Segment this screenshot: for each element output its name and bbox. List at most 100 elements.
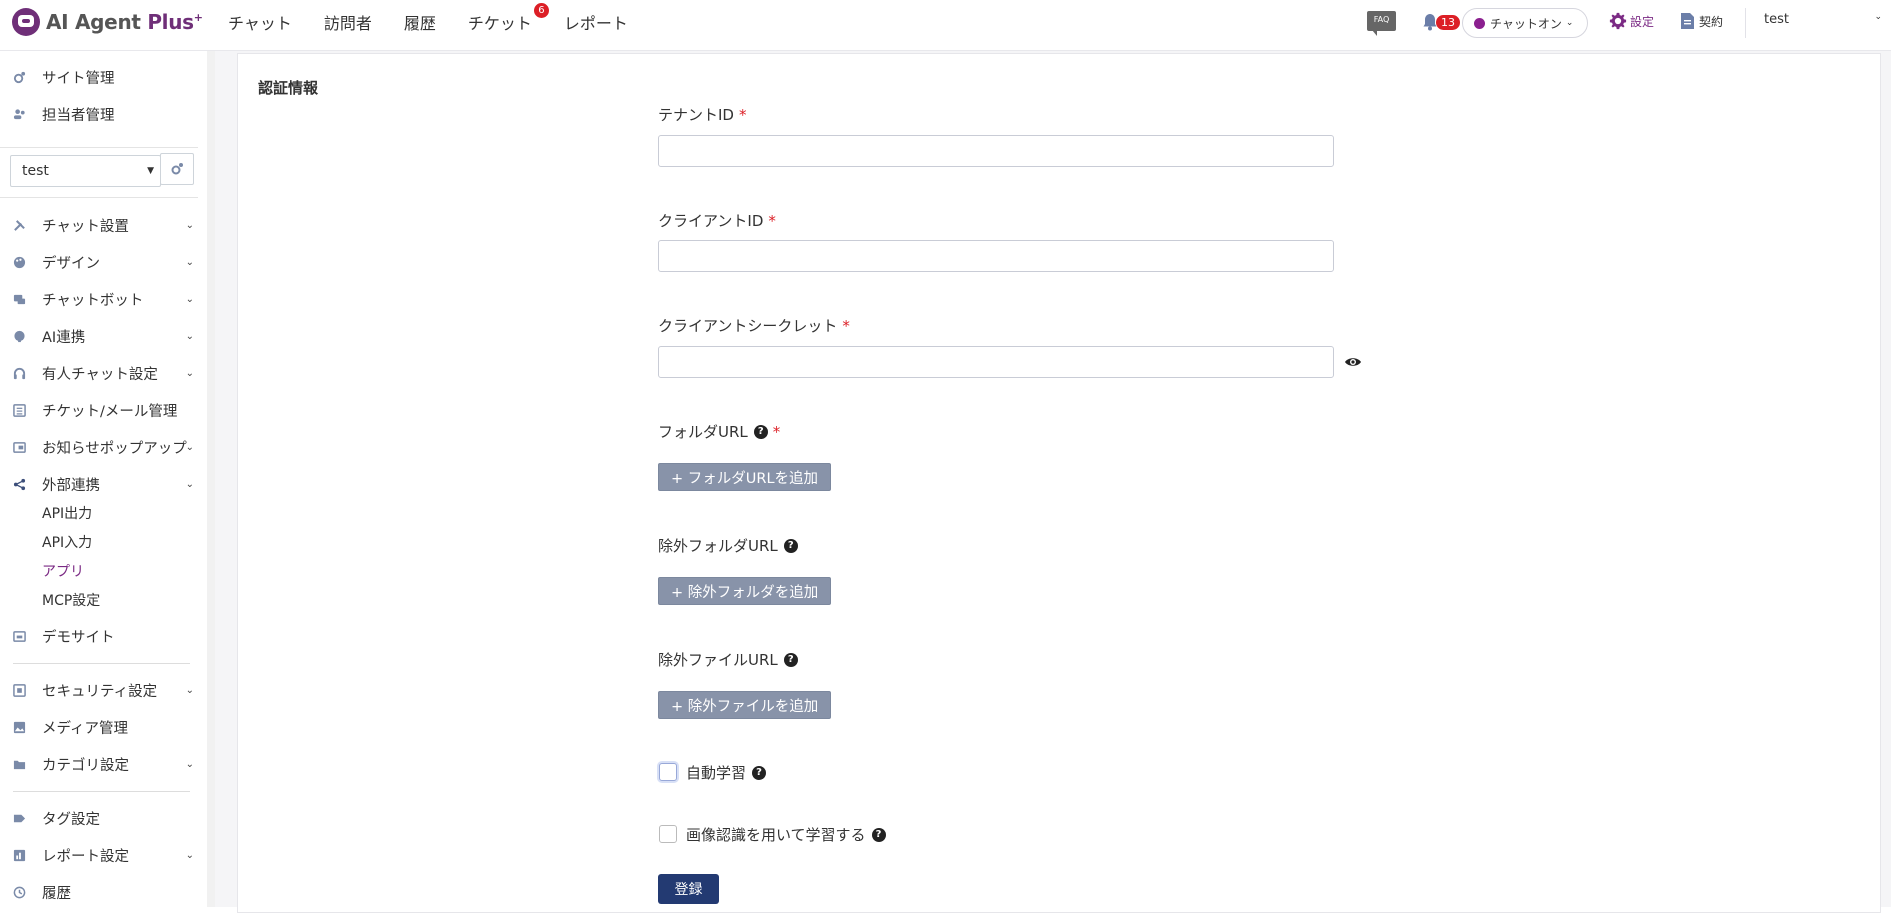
chat-status-dropdown[interactable]: チャットオン ⌄	[1462, 8, 1588, 38]
sidebar-item-label: デザイン	[42, 255, 100, 272]
add-exclude-file-button[interactable]: + 除外ファイルを追加	[658, 691, 832, 719]
sidebar-item-label: カテゴリ設定	[42, 757, 129, 774]
auth-settings-card	[237, 53, 1881, 913]
sidebar-item-tags[interactable]: タグ設定	[0, 804, 198, 832]
popup-icon	[13, 441, 26, 453]
tenant-id-input[interactable]	[658, 135, 1334, 167]
sidebar-item-history[interactable]: 履歴	[0, 878, 198, 906]
notification-count-badge: 13	[1436, 15, 1460, 30]
contract-link[interactable]: 契約	[1680, 12, 1723, 30]
top-navbar: AI Agent Plus+ チャット 訪問者 履歴 チケット 6 レポート F…	[0, 0, 1891, 51]
app-logo[interactable]: AI Agent Plus+	[12, 6, 203, 38]
sidebar-item-chat-install[interactable]: チャット設置 ⌄	[0, 211, 198, 239]
required-mark: *	[842, 316, 850, 335]
main-nav: チャット 訪問者 履歴 チケット 6 レポート	[228, 0, 660, 44]
required-mark: *	[768, 211, 776, 230]
image-recognition-checkbox[interactable]	[659, 825, 677, 843]
logo-plus-mark: +	[193, 11, 203, 24]
client-id-label-text: クライアントID	[658, 212, 764, 230]
settings-label: 設定	[1630, 14, 1655, 29]
nav-chat[interactable]: チャット	[228, 10, 292, 34]
nav-reports[interactable]: レポート	[564, 10, 628, 34]
help-icon[interactable]: ?	[783, 538, 798, 553]
user-menu[interactable]: test ⌄	[1764, 12, 1882, 27]
sidebar-item-chatbot[interactable]: チャットボット ⌄	[0, 285, 198, 313]
sidebar-item-security[interactable]: セキュリティ設定 ⌄	[0, 676, 198, 704]
window-icon	[13, 630, 26, 642]
chevron-down-icon: ⌄	[185, 684, 194, 696]
chevron-down-icon: ⌄	[185, 219, 194, 231]
section-title: 認証情報	[258, 79, 319, 97]
client-secret-input[interactable]	[658, 346, 1334, 378]
sidebar-item-staff-management[interactable]: 担当者管理	[0, 100, 198, 128]
add-exclude-folder-button[interactable]: + 除外フォルダを追加	[658, 577, 832, 605]
client-id-input[interactable]	[658, 240, 1334, 272]
chevron-down-icon: ⌄	[185, 367, 194, 379]
help-icon[interactable]: ?	[752, 765, 767, 780]
sidebar-subitem-mcp[interactable]: MCP設定	[42, 590, 100, 610]
auto-learn-label: 自動学習 ?	[686, 762, 767, 783]
tools-icon	[14, 219, 25, 231]
sidebar-item-label: 履歴	[42, 885, 71, 902]
chat-status-label: チャットオン	[1490, 16, 1562, 31]
nav-history[interactable]: 履歴	[404, 10, 436, 34]
sidebar-item-site-management[interactable]: サイト管理	[0, 63, 198, 91]
header-divider	[1745, 8, 1746, 38]
sidebar-subitem-api-input[interactable]: API入力	[42, 532, 92, 552]
sidebar-item-label: 担当者管理	[42, 107, 115, 124]
site-select-divider	[0, 147, 198, 148]
add-folder-url-button[interactable]: + フォルダURLを追加	[658, 463, 832, 491]
chevron-down-icon: ⌄	[1874, 12, 1882, 22]
nav-tickets[interactable]: チケット 6	[467, 3, 549, 34]
nav-tickets-label: チケット	[467, 14, 532, 33]
chevron-down-icon: ▼	[147, 166, 154, 176]
sidebar-item-label: メディア管理	[42, 720, 128, 737]
exclude-folder-url-label-text: 除外フォルダURL	[658, 537, 778, 555]
sidebar-item-ai-integration[interactable]: AI連携 ⌄	[0, 322, 198, 350]
nav-visitors-label: 訪問者	[323, 14, 372, 33]
chevron-down-icon: ⌄	[185, 256, 194, 268]
help-icon[interactable]: ?	[753, 424, 768, 439]
sidebar-item-design[interactable]: デザイン ⌄	[0, 248, 198, 276]
sidebar-subitem-app[interactable]: アプリ	[42, 561, 84, 581]
chevron-down-icon: ⌄	[185, 293, 194, 305]
register-button[interactable]: 登録	[658, 874, 719, 904]
contract-label: 契約	[1699, 14, 1724, 29]
faq-icon[interactable]: FAQ	[1367, 11, 1396, 36]
sidebar-item-category[interactable]: カテゴリ設定 ⌄	[0, 750, 198, 778]
auto-learn-checkbox[interactable]	[659, 763, 677, 781]
ticket-count-badge: 6	[533, 3, 549, 18]
help-icon[interactable]: ?	[783, 652, 798, 667]
sidebar-item-label: 有人チャット設定	[42, 366, 158, 383]
tenant-id-label-text: テナントID	[658, 106, 734, 124]
nav-visitors[interactable]: 訪問者	[324, 10, 372, 34]
chevron-down-icon: ⌄	[185, 441, 194, 453]
sidebar-scrollbar[interactable]	[207, 51, 215, 907]
sidebar-item-external-integration[interactable]: 外部連携 ⌄	[0, 470, 198, 498]
sidebar-item-ticket-mail[interactable]: チケット/メール管理	[0, 396, 198, 424]
palette-icon	[13, 256, 26, 268]
chevron-down-icon: ⌄	[185, 330, 194, 342]
sidebar-divider	[13, 791, 190, 792]
sidebar-item-report-settings[interactable]: レポート設定 ⌄	[0, 841, 198, 869]
settings-link[interactable]: 設定	[1609, 12, 1654, 30]
sidebar-item-label: セキュリティ設定	[42, 683, 158, 700]
sidebar-item-notice-popup[interactable]: お知らせポップアップ ⌄	[0, 433, 198, 461]
help-icon[interactable]: ?	[871, 827, 886, 842]
sidebar-item-label: タグ設定	[42, 811, 100, 828]
exclude-folder-url-label: 除外フォルダURL ?	[658, 535, 798, 556]
required-mark: *	[738, 105, 747, 124]
sidebar-item-operator-chat[interactable]: 有人チャット設定 ⌄	[0, 359, 198, 387]
eye-icon[interactable]	[1344, 356, 1362, 368]
sidebar-item-label: チケット/メール管理	[42, 403, 178, 420]
logo-text: AI Agent Plus+	[46, 10, 203, 34]
site-select[interactable]: test ▼	[10, 155, 161, 187]
client-secret-label: クライアントシークレット *	[658, 315, 850, 336]
client-id-label: クライアントID *	[658, 210, 776, 231]
sidebar-item-media[interactable]: メディア管理	[0, 713, 198, 741]
site-settings-button[interactable]	[160, 153, 194, 185]
sidebar-subitem-api-output[interactable]: API出力	[42, 503, 92, 523]
sidebar-item-demo-site[interactable]: デモサイト	[0, 622, 198, 650]
sidebar-item-label: デモサイト	[42, 629, 115, 646]
gear-icon	[1609, 12, 1627, 30]
